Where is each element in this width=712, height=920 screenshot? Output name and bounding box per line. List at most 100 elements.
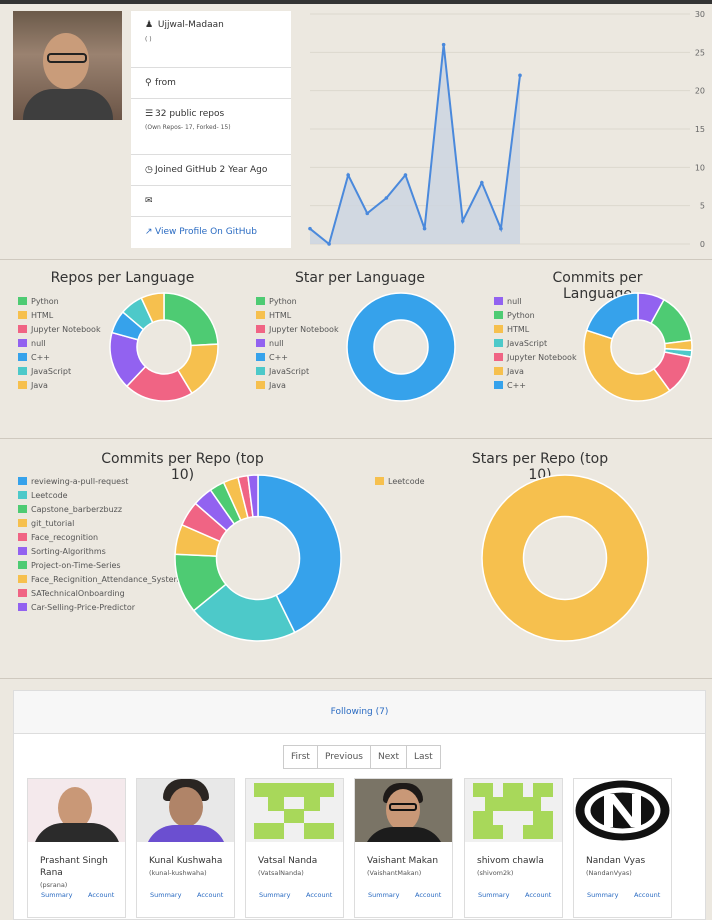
legend-label: Leetcode — [388, 476, 425, 486]
summary-link[interactable]: Summary — [478, 891, 509, 899]
legend-label: Java — [507, 366, 524, 376]
summary-link[interactable]: Summary — [41, 891, 72, 899]
summary-link[interactable]: Summary — [368, 891, 399, 899]
data-point — [308, 226, 312, 231]
legend-swatch — [375, 477, 384, 485]
pager-previous[interactable]: Previous — [316, 745, 371, 769]
legend-item[interactable]: Python — [18, 294, 101, 308]
legend-label: HTML — [269, 310, 292, 320]
legend-item[interactable]: null — [256, 336, 339, 350]
legend-item[interactable]: Java — [494, 364, 577, 378]
legend-item[interactable]: null — [494, 294, 577, 308]
view-profile-link[interactable]: View Profile On GitHub — [155, 227, 257, 237]
commits-per-language-chart — [583, 292, 693, 402]
legend-item[interactable]: Python — [256, 294, 339, 308]
user-card: Vatsal Nanda (VatsalNanda) Summary Accoun… — [245, 778, 344, 918]
legend-item[interactable]: Jupyter Notebook — [18, 322, 101, 336]
summary-link[interactable]: Summary — [150, 891, 181, 899]
legend-label: Leetcode — [31, 490, 68, 500]
user-name: Kunal Kushwaha (kunal-kushwaha) — [149, 855, 229, 879]
commits-per-repo-chart — [174, 474, 342, 642]
top-bar — [0, 0, 712, 4]
legend-item[interactable]: Python — [494, 308, 577, 322]
commits-line-chart: 0 5 10 15 20 25 30 — [308, 10, 705, 249]
user-name: Vaishant Makan (VaishantMakan) — [367, 855, 447, 879]
legend-item[interactable]: Jupyter Notebook — [256, 322, 339, 336]
following-tab[interactable]: Following (7) — [331, 707, 389, 717]
y-tick-label: 25 — [695, 48, 705, 57]
legend-item[interactable]: reviewing-a-pull-request — [18, 474, 181, 488]
account-link[interactable]: Account — [88, 891, 114, 899]
profile-link-row: ↗ View Profile On GitHub — [131, 217, 291, 248]
legend-item[interactable]: Capstone_barberzbuzz — [18, 502, 181, 516]
pager-last[interactable]: Last — [405, 745, 441, 769]
account-link[interactable]: Account — [197, 891, 223, 899]
legend-item[interactable]: C++ — [494, 378, 577, 392]
legend-item[interactable]: Jupyter Notebook — [494, 350, 577, 364]
data-point — [441, 42, 446, 47]
legend-item[interactable]: Java — [256, 378, 339, 392]
following-panel: Following (7) First Previous Next Last P… — [13, 690, 706, 920]
account-link[interactable]: Account — [306, 891, 332, 899]
legend-item[interactable]: C++ — [18, 350, 101, 364]
legend-label: Jupyter Notebook — [269, 324, 339, 334]
legend-swatch — [256, 367, 265, 375]
legend-label: Face_recognition — [31, 532, 99, 542]
legend-item[interactable]: JavaScript — [494, 336, 577, 350]
legend-item[interactable]: Project-on-Time-Series — [18, 558, 181, 572]
external-link-icon: ↗ — [145, 227, 153, 237]
legend-swatch — [494, 353, 503, 361]
legend-label: Car-Selling-Price-Predictor — [31, 602, 135, 612]
legend-item[interactable]: HTML — [256, 308, 339, 322]
data-point — [480, 180, 484, 185]
profile-location: from — [155, 78, 176, 88]
legend-item[interactable]: Face_recognition — [18, 530, 181, 544]
legend-item[interactable]: Leetcode — [375, 474, 425, 488]
legend-item[interactable]: HTML — [18, 308, 101, 322]
legend-item[interactable]: HTML — [494, 322, 577, 336]
repos-per-language-chart — [109, 292, 219, 402]
legend-item[interactable]: SATechnicalOnboarding — [18, 586, 181, 600]
pager-next[interactable]: Next — [370, 745, 407, 769]
pagination: First Previous Next Last — [283, 745, 441, 769]
legend-item[interactable]: null — [18, 336, 101, 350]
legend-item[interactable]: JavaScript — [18, 364, 101, 378]
legend-label: Capstone_barberzbuzz — [31, 504, 123, 514]
legend-item[interactable]: Java — [18, 378, 101, 392]
legend-swatch — [256, 339, 265, 347]
envelope-icon: ✉ — [145, 196, 153, 206]
legend-label: HTML — [507, 324, 530, 334]
y-tick-label: 30 — [695, 10, 705, 19]
map-marker-icon: ⚲ — [145, 78, 152, 88]
legend-label: null — [31, 338, 46, 348]
y-tick-label: 10 — [695, 163, 705, 172]
account-link[interactable]: Account — [634, 891, 660, 899]
divider — [0, 259, 712, 260]
star-per-language-title: Star per Language — [295, 270, 425, 286]
legend-item[interactable]: Sorting-Algorithms — [18, 544, 181, 558]
user-card: Nandan Vyas (NandanVyas) Summary Account — [573, 778, 672, 918]
data-point — [460, 219, 465, 223]
pager-first[interactable]: First — [283, 745, 318, 769]
legend-label: Jupyter Notebook — [31, 324, 101, 334]
summary-link[interactable]: Summary — [587, 891, 618, 899]
legend-item[interactable]: C++ — [256, 350, 339, 364]
legend-swatch — [18, 603, 27, 611]
account-link[interactable]: Account — [525, 891, 551, 899]
legend-swatch — [18, 519, 27, 527]
summary-link[interactable]: Summary — [259, 891, 290, 899]
donut-slice — [346, 292, 456, 402]
legend-item[interactable]: Face_Recignition_Attendance_System — [18, 572, 181, 586]
legend-swatch — [18, 353, 27, 361]
data-point — [518, 73, 522, 78]
data-point — [327, 242, 331, 246]
legend-item[interactable]: JavaScript — [256, 364, 339, 378]
legend-item[interactable]: Leetcode — [18, 488, 181, 502]
legend-item[interactable]: git_tutorial — [18, 516, 181, 530]
data-point — [365, 211, 370, 216]
account-link[interactable]: Account — [415, 891, 441, 899]
legend-item[interactable]: Car-Selling-Price-Predictor — [18, 600, 181, 614]
stars-per-repo-chart — [481, 474, 649, 642]
user-login: (VaishantMakan) — [367, 869, 422, 877]
profile-email-row: ✉ — [131, 186, 291, 217]
